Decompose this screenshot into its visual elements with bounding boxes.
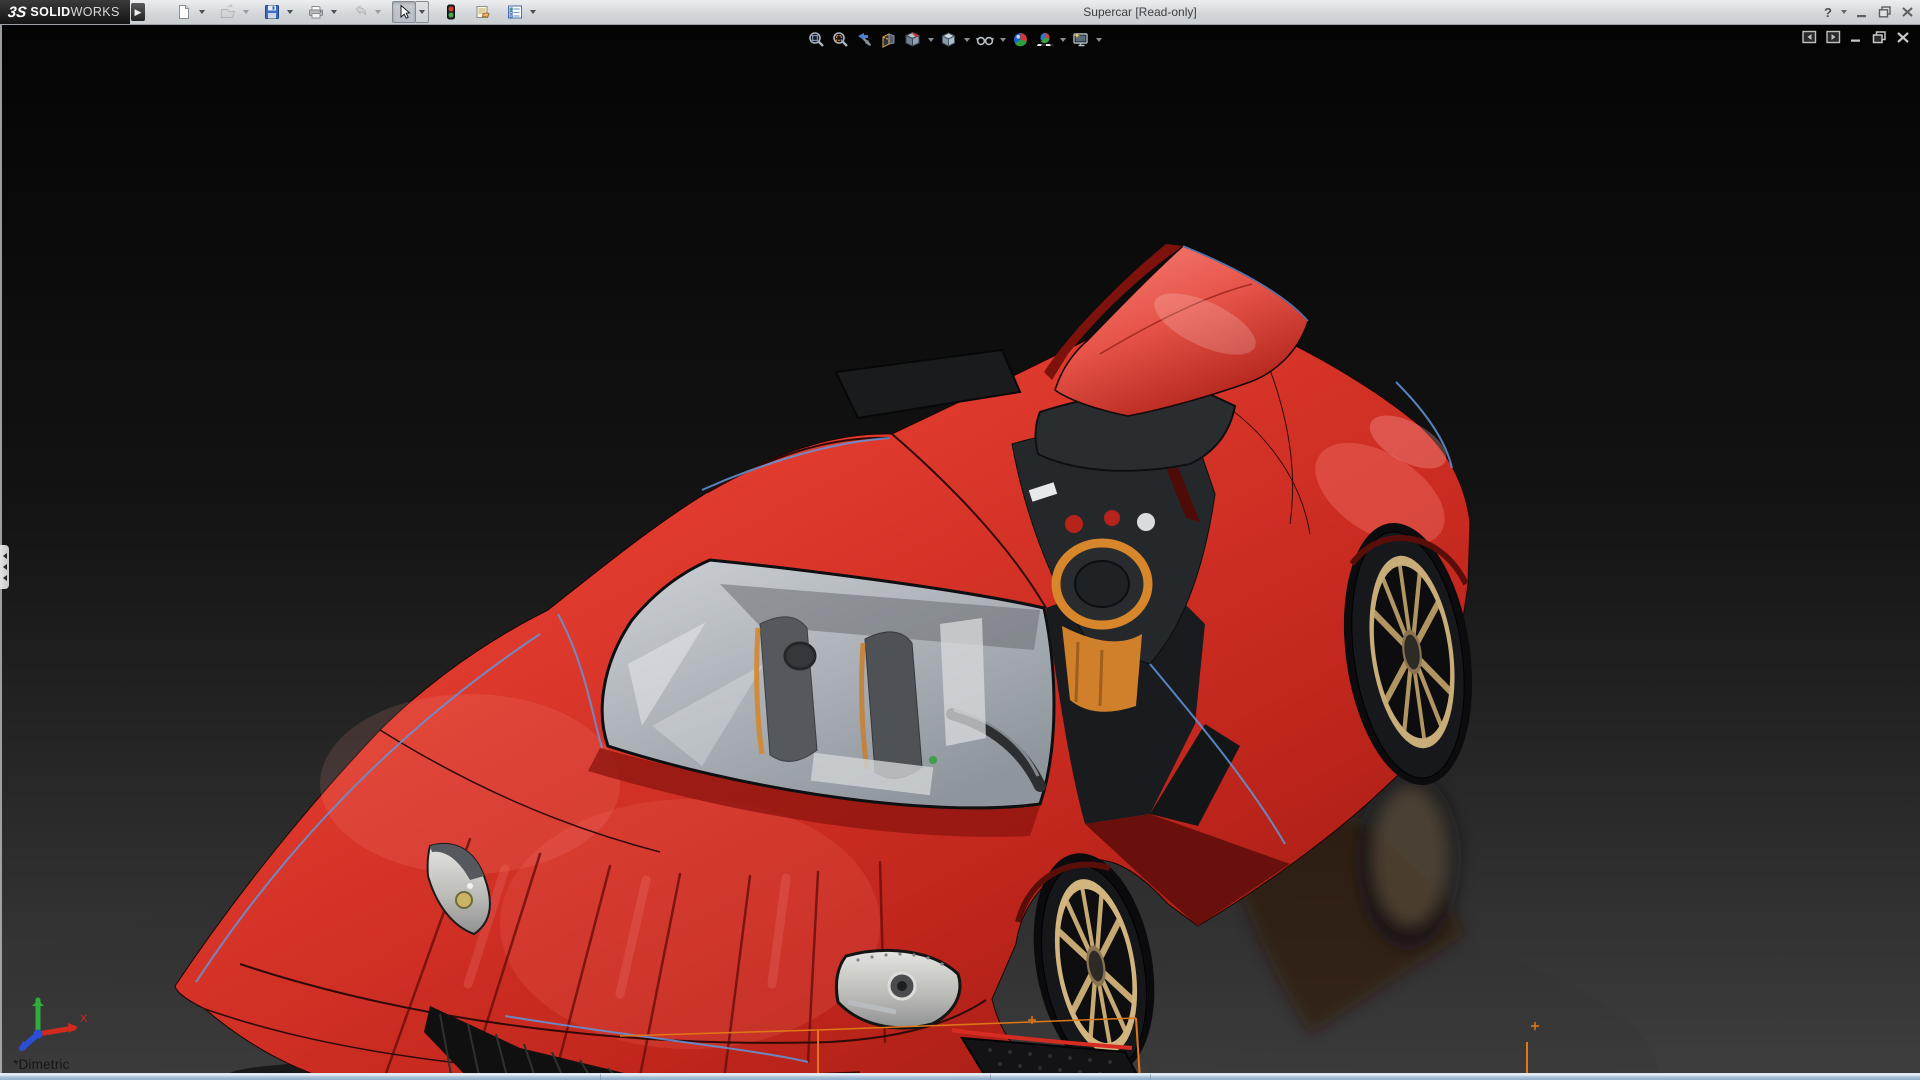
select-cursor-icon — [396, 4, 412, 20]
document-window-controls — [1802, 30, 1910, 44]
hide-show-items-dropdown[interactable] — [998, 38, 1007, 42]
app-minimize-button[interactable] — [1856, 7, 1869, 18]
doc-minimize-button[interactable] — [1850, 31, 1863, 43]
zoom-to-fit-icon — [808, 31, 825, 48]
zoom-to-area-icon — [832, 31, 849, 48]
document-title: Supercar [Read-only] — [1020, 0, 1260, 24]
titlebar: 3S SOLID WORKS ▶ — [0, 0, 1920, 25]
open-folder-icon — [220, 4, 236, 20]
appearance-ball-icon — [1012, 31, 1029, 48]
triad-x-label: X — [80, 1013, 88, 1025]
viewport-canvas[interactable] — [0, 24, 1920, 1080]
app-close-button[interactable] — [1901, 6, 1914, 18]
app-window-controls: ? — [1824, 0, 1914, 24]
new-document-button[interactable] — [172, 1, 196, 23]
app-restore-button[interactable] — [1878, 6, 1892, 18]
print-button[interactable] — [304, 1, 328, 23]
help-button[interactable]: ? — [1824, 5, 1832, 20]
right-headlight — [836, 950, 959, 1027]
statusbar-edge — [0, 1073, 1920, 1080]
open-document-button — [216, 1, 240, 23]
view-orientation-cube-icon — [904, 31, 921, 48]
new-document-dropdown[interactable] — [196, 2, 208, 22]
logo-3s-glyph: 3S — [7, 4, 28, 21]
collapse-arrow-icon — [3, 575, 7, 581]
file-properties-icon — [475, 4, 491, 20]
main-toolbar — [172, 0, 545, 24]
section-view-icon — [880, 31, 897, 48]
graphics-viewport[interactable]: X *Dimetric — [0, 24, 1920, 1080]
apply-scene-icon — [1036, 31, 1054, 48]
help-dropdown[interactable] — [1841, 10, 1847, 14]
previous-view-icon — [856, 31, 873, 48]
select-tool-dropdown[interactable] — [416, 1, 429, 23]
doc-restore-button[interactable] — [1872, 31, 1887, 44]
menu-expand-button[interactable]: ▶ — [131, 3, 145, 21]
section-view-button[interactable] — [878, 29, 899, 50]
left-pane-toggle-icon[interactable] — [1802, 30, 1817, 44]
select-tool-button[interactable] — [392, 1, 416, 23]
eyeglasses-icon — [976, 31, 994, 48]
view-orientation-label: *Dimetric — [13, 1057, 70, 1072]
featuremanager-collapse-tab[interactable] — [0, 545, 9, 589]
reference-triad: X — [8, 984, 94, 1058]
view-settings-icon — [1072, 31, 1090, 48]
zoom-to-area-button[interactable] — [830, 29, 851, 50]
print-dropdown[interactable] — [328, 2, 340, 22]
headsup-view-toolbar — [806, 29, 1103, 50]
options-button[interactable] — [503, 1, 527, 23]
display-style-button[interactable] — [938, 29, 959, 50]
undo-arrow-icon — [352, 4, 368, 20]
file-properties-button[interactable] — [471, 1, 495, 23]
brand-works: WORKS — [71, 5, 120, 19]
save-dropdown[interactable] — [284, 2, 296, 22]
undo-dropdown — [372, 2, 384, 22]
save-floppy-icon — [264, 4, 280, 20]
display-style-dropdown[interactable] — [962, 38, 971, 42]
open-document-dropdown — [240, 2, 252, 22]
traffic-light-icon — [443, 4, 459, 20]
view-settings-dropdown[interactable] — [1094, 38, 1103, 42]
new-document-icon — [176, 4, 192, 20]
zoom-to-fit-button[interactable] — [806, 29, 827, 50]
apply-scene-dropdown[interactable] — [1058, 38, 1067, 42]
doc-close-button[interactable] — [1896, 31, 1910, 44]
collapse-arrow-icon — [3, 564, 7, 570]
options-list-icon — [507, 4, 523, 20]
undo-button — [348, 1, 372, 23]
view-settings-button[interactable] — [1070, 29, 1091, 50]
rebuild-button[interactable] — [439, 1, 463, 23]
save-button[interactable] — [260, 1, 284, 23]
apply-scene-button[interactable] — [1034, 29, 1055, 50]
view-orientation-dropdown[interactable] — [926, 38, 935, 42]
solidworks-logo: 3S SOLID WORKS — [0, 0, 130, 24]
right-pane-toggle-icon[interactable] — [1826, 30, 1841, 44]
edit-appearance-button[interactable] — [1010, 29, 1031, 50]
display-style-cube-icon — [940, 31, 957, 48]
hide-show-items-button[interactable] — [974, 29, 995, 50]
previous-view-button[interactable] — [854, 29, 875, 50]
view-orientation-button[interactable] — [902, 29, 923, 50]
collapse-arrow-icon — [3, 553, 7, 559]
brand-solid: SOLID — [30, 5, 70, 19]
options-dropdown[interactable] — [527, 2, 539, 22]
print-icon — [308, 4, 324, 20]
